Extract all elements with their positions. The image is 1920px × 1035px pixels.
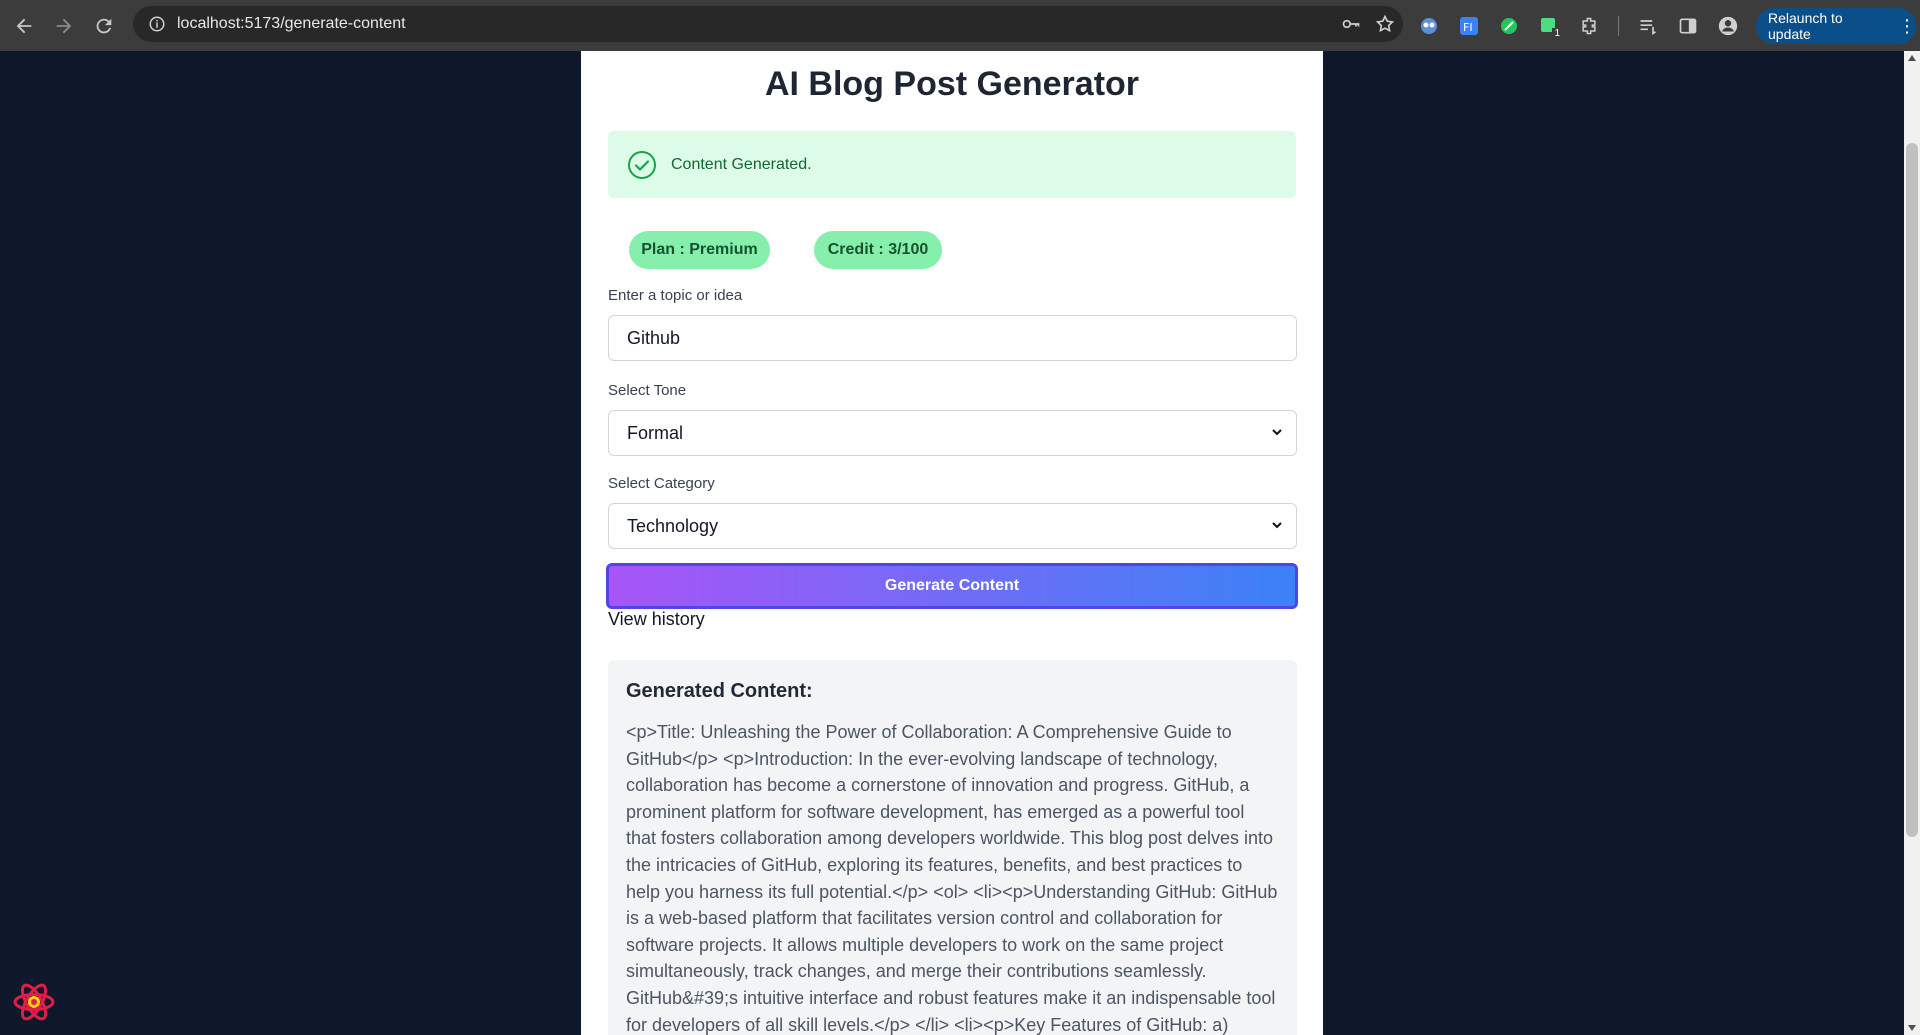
topic-input-value: Github: [627, 327, 681, 348]
plan-badge: Plan : Premium: [629, 231, 770, 269]
success-alert: Content Generated.: [608, 131, 1296, 198]
profile-avatar-icon[interactable]: [1713, 11, 1743, 41]
category-label: Select Category: [608, 475, 715, 492]
toolbar-separator: [1618, 15, 1619, 36]
chevron-down-icon: [1272, 522, 1282, 529]
generated-content-body: <p>Title: Unleashing the Power of Collab…: [626, 722, 1278, 1035]
address-bar[interactable]: localhost:5173/generate-content: [133, 6, 1403, 42]
alert-text: Content Generated.: [671, 155, 812, 173]
browser-toolbar: localhost:5173/generate-content FI 1 Rel…: [0, 0, 1920, 51]
extension-shield-icon[interactable]: [1494, 11, 1524, 41]
svg-text:FI: FI: [1463, 21, 1473, 34]
page-scrollbar[interactable]: [1904, 51, 1920, 1035]
page-viewport: AI Blog Post Generator Content Generated…: [0, 51, 1920, 1035]
topic-label: Enter a topic or idea: [608, 287, 743, 304]
tone-label: Select Tone: [608, 382, 687, 399]
generated-content-title: Generated Content:: [626, 680, 813, 702]
check-circle-icon: [628, 150, 656, 179]
forward-button[interactable]: [44, 6, 84, 46]
tone-select-value: Formal: [627, 422, 684, 443]
extension-fi-icon[interactable]: FI: [1454, 11, 1484, 41]
scroll-thumb[interactable]: [1906, 143, 1918, 837]
category-select[interactable]: Technology: [608, 503, 1297, 549]
bookmark-star-icon[interactable]: [1375, 14, 1395, 34]
reload-button[interactable]: [84, 6, 124, 46]
view-history-link[interactable]: View history: [608, 609, 705, 630]
relaunch-button[interactable]: Relaunch to update ⋮: [1756, 8, 1916, 44]
relaunch-label: Relaunch to update: [1768, 10, 1843, 42]
generated-content-panel: Generated Content: <p>Title: Unleashing …: [608, 660, 1297, 1035]
reading-list-icon[interactable]: [1633, 11, 1663, 41]
side-panel-icon[interactable]: [1673, 11, 1703, 41]
extension-owl-icon[interactable]: [1414, 11, 1444, 41]
generate-content-button[interactable]: Generate Content: [606, 563, 1298, 609]
back-button[interactable]: [4, 6, 44, 46]
reload-icon: [96, 18, 112, 33]
scroll-down-arrow[interactable]: [1908, 1025, 1916, 1031]
more-vertical-icon: ⋮: [1898, 16, 1916, 36]
tone-select[interactable]: Formal: [608, 410, 1297, 456]
arrow-left-icon: [16, 18, 32, 33]
extension-badge: 1: [1552, 27, 1562, 39]
extension-green-icon[interactable]: 1: [1534, 11, 1564, 41]
arrow-right-icon: [56, 18, 72, 33]
credit-badge: Credit : 3/100: [814, 231, 942, 269]
url-text: localhost:5173/generate-content: [177, 15, 406, 32]
chevron-down-icon: [1272, 429, 1282, 436]
page-title: AI Blog Post Generator: [764, 65, 1140, 103]
site-info-icon[interactable]: [139, 15, 175, 33]
category-select-value: Technology: [627, 515, 719, 536]
key-icon[interactable]: [1341, 14, 1361, 34]
generator-card: AI Blog Post Generator Content Generated…: [581, 51, 1323, 1035]
topic-input[interactable]: Github: [608, 315, 1297, 361]
extensions-puzzle-icon[interactable]: [1574, 11, 1604, 41]
react-devtools-icon[interactable]: [12, 980, 56, 1024]
scroll-up-arrow[interactable]: [1908, 55, 1916, 61]
